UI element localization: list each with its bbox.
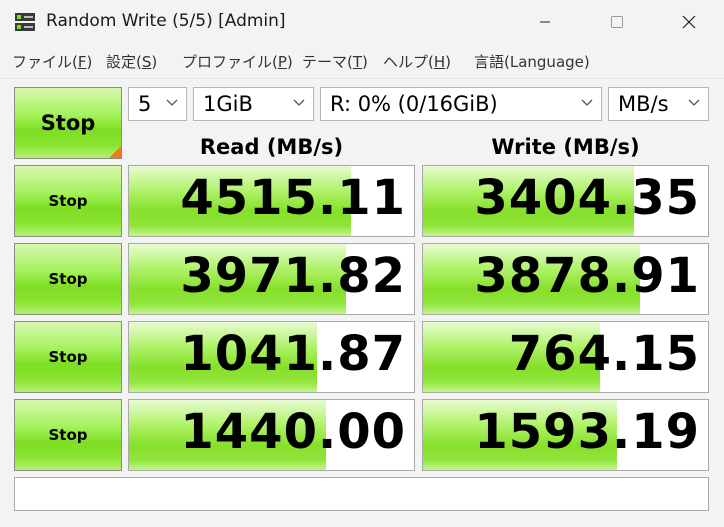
chevron-down-icon [166,99,178,106]
row-stop-label: Stop [48,426,88,444]
benchmark-panel: Stop 5 1GiB R: 0% (0/16GiB) MB/s Read (M… [0,79,724,527]
read-result-cell: 1440.00 [128,399,415,471]
minimize-icon [540,21,550,23]
write-result-value: 3878.91 [474,248,700,304]
row-stop-label: Stop [48,270,88,288]
row-stop-button[interactable]: Stop [14,399,122,471]
minimize-button[interactable] [522,0,568,44]
title-bar[interactable]: Random Write (5/5) [Admin] [0,0,724,44]
window-title: Random Write (5/5) [Admin] [46,11,286,31]
row-stop-button[interactable]: Stop [14,243,122,315]
drive-select[interactable]: R: 0% (0/16GiB) [320,87,602,121]
read-result-value: 1041.87 [180,326,406,382]
menu-file[interactable]: ファイル(F) [12,51,92,72]
close-button[interactable] [666,0,712,44]
count-select[interactable]: 5 [128,87,187,121]
menu-settings[interactable]: 設定(S) [106,51,157,72]
read-result-cell: 4515.11 [128,165,415,237]
disk-app-icon [15,13,35,31]
row-stop-label: Stop [48,348,88,366]
row-stop-label: Stop [48,192,88,210]
write-result-value: 764.15 [508,326,700,382]
chevron-down-icon [293,99,305,106]
read-result-cell: 3971.82 [128,243,415,315]
write-result-cell: 764.15 [422,321,709,393]
menu-help[interactable]: ヘルプ(H) [383,51,451,72]
read-header: Read (MB/s) [199,135,344,159]
menu-theme[interactable]: テーマ(T) [302,51,368,72]
write-result-value: 1593.19 [474,404,700,460]
read-result-value: 1440.00 [180,404,406,460]
chevron-down-icon [688,99,700,106]
size-value: 1GiB [203,92,253,116]
maximize-icon [611,16,623,28]
write-result-cell: 3878.91 [422,243,709,315]
corner-marker-icon [109,146,121,158]
maximize-button[interactable] [594,0,640,44]
menu-bar: ファイル(F) 設定(S) プロファイル(P) テーマ(T) ヘルプ(H) 言語… [0,44,724,79]
drive-value: R: 0% (0/16GiB) [330,92,498,116]
row-stop-button[interactable]: Stop [14,321,122,393]
chevron-down-icon [581,99,593,106]
stop-all-button[interactable]: Stop [14,87,122,159]
unit-value: MB/s [618,92,669,116]
comment-input[interactable] [14,477,709,511]
app-window: Random Write (5/5) [Admin] ファイル(F) 設定(S) [0,0,724,527]
size-select[interactable]: 1GiB [193,87,314,121]
write-result-cell: 1593.19 [422,399,709,471]
row-stop-button[interactable]: Stop [14,165,122,237]
write-result-cell: 3404.35 [422,165,709,237]
write-result-value: 3404.35 [474,170,700,226]
unit-select[interactable]: MB/s [608,87,709,121]
write-header: Write (MB/s) [491,135,640,159]
stop-all-label: Stop [40,111,96,135]
menu-profile[interactable]: プロファイル(P) [182,51,293,72]
menu-language[interactable]: 言語(Language) [474,51,590,72]
read-result-value: 4515.11 [180,170,406,226]
read-result-cell: 1041.87 [128,321,415,393]
count-value: 5 [138,92,152,116]
close-icon [682,15,696,29]
read-result-value: 3971.82 [180,248,406,304]
